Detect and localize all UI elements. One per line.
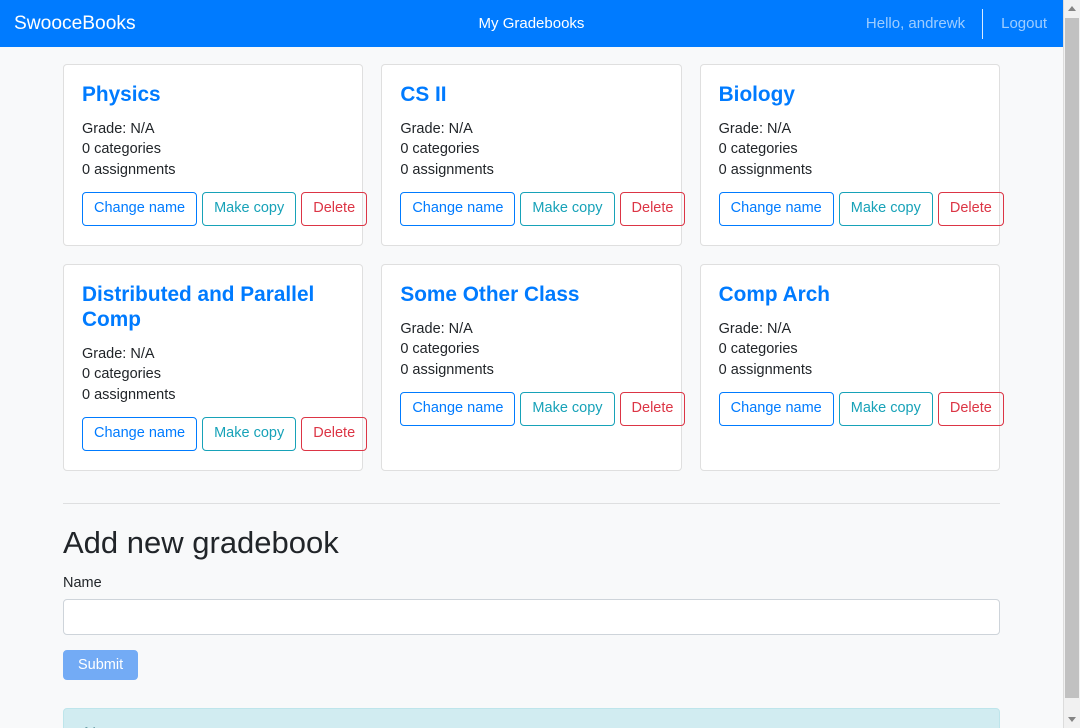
change-name-button[interactable]: Change name — [718, 192, 834, 226]
gradebook-card-col: Biology Grade: N/A 0 categories 0 assign… — [691, 64, 1009, 246]
gradebook-name-input[interactable] — [63, 598, 1000, 635]
gradebook-card: Some Other Class Grade: N/A 0 categories… — [381, 263, 686, 471]
gradebook-actions: Change name Make copy Delete — [82, 417, 368, 451]
main-container: Physics Grade: N/A 0 categories 0 assign… — [0, 47, 1063, 728]
gradebook-title-link[interactable]: Physics — [82, 83, 344, 108]
gradebook-grade: Grade: N/A — [718, 120, 792, 137]
delete-button[interactable]: Delete — [301, 192, 368, 226]
delete-button[interactable]: Delete — [619, 392, 686, 426]
scrollbar-thumb[interactable] — [1065, 18, 1079, 698]
page-scrollbar[interactable] — [1063, 0, 1080, 728]
gradebook-actions: Change name Make copy Delete — [718, 192, 1004, 226]
gradebook-stats: Grade: N/A 0 categories 0 assignments — [400, 319, 662, 380]
change-name-button[interactable]: Change name — [718, 392, 834, 426]
gradebook-card: CS II Grade: N/A 0 categories 0 assignme… — [381, 64, 686, 246]
gradebook-grade: Grade: N/A — [82, 120, 155, 137]
user-greeting: Hello, andrewk — [865, 15, 966, 32]
gradebook-actions: Change name Make copy Delete — [400, 392, 686, 426]
top-navbar: SwooceBooks My Gradebooks Hello, andrewk… — [0, 0, 1063, 47]
submit-button[interactable]: Submit — [63, 649, 139, 680]
logout-link[interactable]: Logout — [983, 15, 1047, 32]
gradebook-card-col: CS II Grade: N/A 0 categories 0 assignme… — [372, 64, 690, 246]
gradebook-title-link[interactable]: Biology — [719, 83, 981, 108]
gradebook-card-col: Distributed and Parallel Comp Grade: N/A… — [54, 263, 372, 471]
gradebook-assignments: 0 assignments — [718, 161, 813, 178]
gradebook-assignments: 0 assignments — [718, 361, 813, 378]
make-copy-button[interactable]: Make copy — [520, 192, 615, 226]
scroll-down-button[interactable] — [1064, 711, 1080, 728]
gradebook-categories: 0 categories — [400, 141, 480, 158]
scroll-up-button[interactable] — [1064, 0, 1080, 17]
gradebook-stats: Grade: N/A 0 categories 0 assignments — [82, 344, 344, 405]
gradebook-actions: Change name Make copy Delete — [718, 392, 1004, 426]
make-copy-button[interactable]: Make copy — [838, 192, 933, 226]
delete-button[interactable]: Delete — [619, 192, 686, 226]
gradebook-categories: 0 categories — [82, 366, 161, 383]
gradebook-assignments: 0 assignments — [400, 161, 494, 178]
make-copy-button[interactable]: Make copy — [838, 392, 933, 426]
gradebook-card: Distributed and Parallel Comp Grade: N/A… — [63, 263, 368, 471]
name-rules-alert: Names must: be composed of alphanumeric … — [63, 707, 1000, 728]
gradebook-actions: Change name Make copy Delete — [82, 192, 368, 226]
change-name-button[interactable]: Change name — [82, 417, 198, 451]
page-viewport: SwooceBooks My Gradebooks Hello, andrewk… — [0, 0, 1080, 728]
delete-button[interactable]: Delete — [301, 417, 368, 451]
change-name-button[interactable]: Change name — [400, 392, 516, 426]
gradebook-assignments: 0 assignments — [400, 361, 494, 378]
make-copy-button[interactable]: Make copy — [202, 192, 297, 226]
gradebook-card: Biology Grade: N/A 0 categories 0 assign… — [699, 64, 1004, 246]
gradebook-actions: Change name Make copy Delete — [400, 192, 686, 226]
chevron-down-icon — [1068, 717, 1076, 722]
gradebook-stats: Grade: N/A 0 categories 0 assignments — [719, 119, 981, 180]
make-copy-button[interactable]: Make copy — [520, 392, 615, 426]
gradebook-title-link[interactable]: Some Other Class — [400, 283, 662, 308]
gradebook-grade: Grade: N/A — [400, 320, 473, 337]
gradebook-grade: Grade: N/A — [82, 345, 155, 362]
change-name-button[interactable]: Change name — [82, 192, 198, 226]
gradebook-categories: 0 categories — [400, 341, 480, 358]
chevron-up-icon — [1068, 6, 1076, 11]
gradebook-card-col: Comp Arch Grade: N/A 0 categories 0 assi… — [691, 263, 1009, 471]
gradebook-stats: Grade: N/A 0 categories 0 assignments — [719, 319, 981, 380]
section-divider — [63, 502, 1000, 504]
gradebook-grade: Grade: N/A — [400, 120, 473, 137]
gradebook-categories: 0 categories — [718, 141, 798, 158]
gradebook-card: Physics Grade: N/A 0 categories 0 assign… — [63, 64, 368, 246]
gradebook-card: Comp Arch Grade: N/A 0 categories 0 assi… — [699, 263, 1004, 471]
gradebook-title-link[interactable]: CS II — [400, 83, 662, 108]
delete-button[interactable]: Delete — [937, 392, 1004, 426]
gradebook-stats: Grade: N/A 0 categories 0 assignments — [82, 119, 344, 180]
gradebook-categories: 0 categories — [718, 341, 798, 358]
gradebook-assignments: 0 assignments — [82, 386, 176, 403]
gradebook-assignments: 0 assignments — [82, 161, 176, 178]
gradebook-title-link[interactable]: Comp Arch — [719, 283, 981, 308]
gradebook-title-link[interactable]: Distributed and Parallel Comp — [82, 283, 344, 333]
name-field-label: Name — [63, 574, 102, 591]
navbar-user-area: Hello, andrewk Logout — [866, 0, 1047, 47]
make-copy-button[interactable]: Make copy — [202, 417, 297, 451]
alert-heading: Names must: — [84, 723, 979, 728]
gradebook-grade: Grade: N/A — [718, 320, 792, 337]
delete-button[interactable]: Delete — [937, 192, 1004, 226]
gradebook-card-col: Some Other Class Grade: N/A 0 categories… — [372, 263, 690, 471]
gradebook-stats: Grade: N/A 0 categories 0 assignments — [400, 119, 662, 180]
gradebook-card-col: Physics Grade: N/A 0 categories 0 assign… — [54, 64, 372, 246]
change-name-button[interactable]: Change name — [400, 192, 516, 226]
add-gradebook-heading: Add new gradebook — [63, 524, 339, 560]
add-gradebook-form: Name Submit — [63, 575, 1000, 680]
gradebook-card-grid: Physics Grade: N/A 0 categories 0 assign… — [54, 47, 1009, 489]
gradebook-categories: 0 categories — [82, 141, 161, 158]
